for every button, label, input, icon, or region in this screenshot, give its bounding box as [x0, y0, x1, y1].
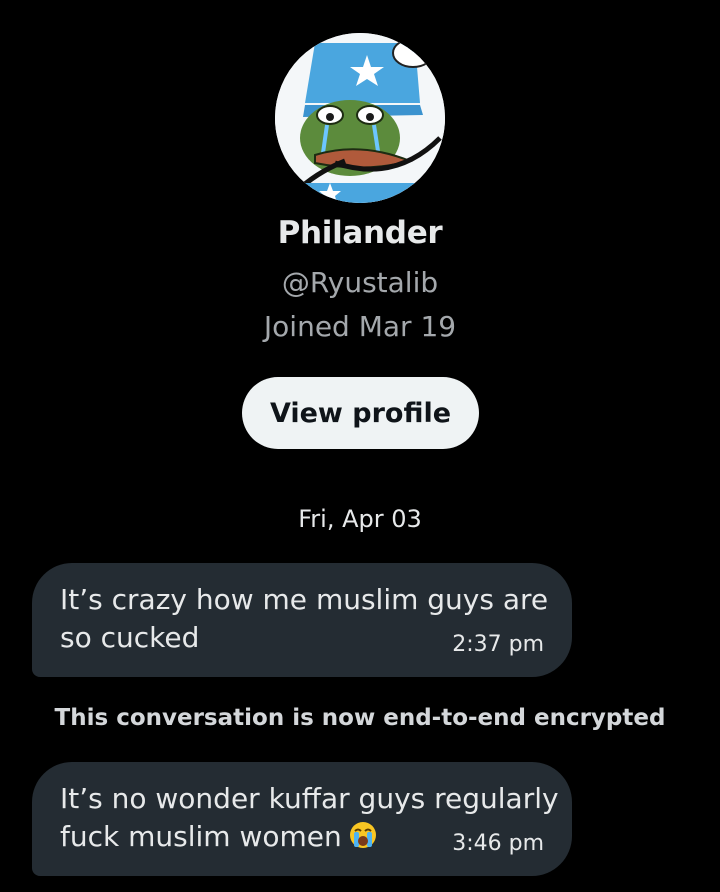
avatar[interactable] [275, 33, 445, 203]
message-bubble[interactable]: It’s no wonder kuffar guys regularly fuc… [32, 762, 572, 876]
profile-joined-date: Joined Mar 19 [263, 310, 457, 343]
view-profile-button[interactable]: View profile [242, 377, 479, 449]
message-timestamp: 2:37 pm [452, 632, 544, 657]
message-bubble[interactable]: It’s crazy how me muslim guys are so cuc… [32, 563, 572, 677]
encryption-notice: This conversation is now end-to-end encr… [54, 705, 666, 731]
loudly-crying-face-icon [348, 820, 378, 860]
message-timestamp: 3:46 pm [452, 831, 544, 856]
profile-handle: @Ryustalib [281, 266, 439, 299]
date-separator: Fri, Apr 03 [298, 505, 422, 533]
avatar-image [275, 33, 445, 203]
profile-name: Philander [277, 215, 443, 251]
